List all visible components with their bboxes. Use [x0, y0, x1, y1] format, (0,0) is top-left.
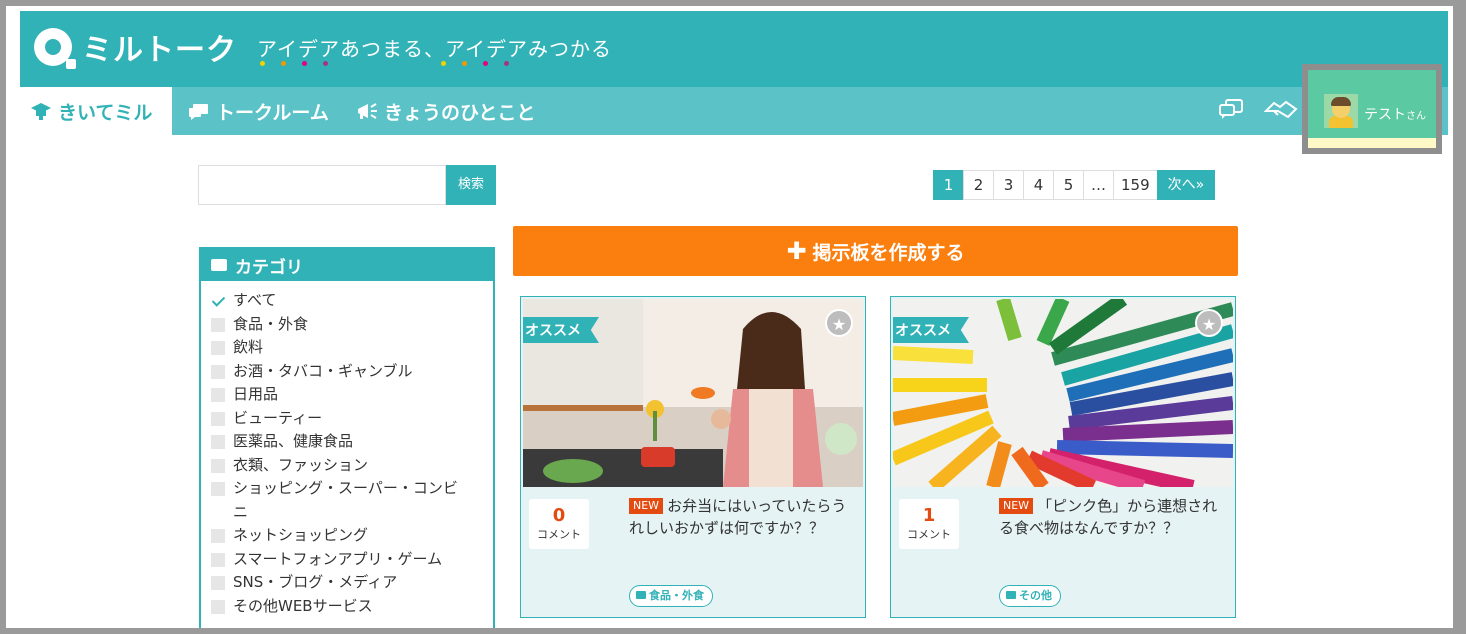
category-item[interactable]: ネットショッピング — [211, 524, 461, 548]
checkbox[interactable] — [211, 599, 225, 614]
plus-icon: ✚ — [786, 237, 807, 265]
category-item[interactable]: 日用品 — [211, 383, 461, 407]
category-item[interactable]: ビューティー — [211, 407, 461, 431]
category-item[interactable]: ショッピング・スーパー・コンビニ — [211, 477, 461, 524]
avatar — [1324, 94, 1358, 128]
comment-count: 0 — [552, 505, 566, 526]
chat-bubble-icon — [189, 104, 208, 120]
new-badge: NEW — [629, 498, 664, 514]
category-item[interactable]: 衣類、ファッション — [211, 454, 461, 478]
comment-label: コメント — [907, 528, 951, 541]
favorite-star-icon[interactable]: ★ — [825, 309, 853, 337]
checkbox[interactable] — [211, 576, 225, 590]
logo-text: ミルトーク — [82, 33, 237, 68]
search-button[interactable]: 検索 — [446, 165, 496, 205]
nav-tab-kiitemiru[interactable]: きいてミル — [20, 87, 172, 135]
site-tagline: アイデアあつまる、アイデアみつかる — [257, 37, 612, 61]
category-tag[interactable]: 食品・外食 — [629, 585, 713, 607]
checkbox[interactable] — [211, 388, 225, 402]
user-menu[interactable]: テストさん — [1302, 64, 1442, 154]
card-image-kitchen[interactable]: オススメ ★ — [523, 299, 863, 487]
recommended-ribbon: オススメ — [893, 317, 969, 343]
megaphone-icon — [358, 103, 377, 119]
user-name: テストさん — [1364, 107, 1426, 123]
browser-frame: ミルトーク アイデアあつまる、アイデアみつかる きいてミル トークルーム きょう… — [6, 6, 1453, 628]
page-link-last[interactable]: 159 — [1113, 170, 1158, 200]
checkbox[interactable] — [211, 317, 225, 332]
page-link-2[interactable]: 2 — [963, 170, 994, 200]
checkbox[interactable] — [211, 458, 225, 473]
page-link-3[interactable]: 3 — [993, 170, 1024, 200]
card-title[interactable]: NEW 「ピンク色」から連想される食べ物はなんですか？？ — [999, 495, 1229, 539]
main-nav: きいてミル トークルーム きょうのひとこと — [20, 87, 1448, 135]
folder-icon — [211, 259, 227, 271]
handshake-icon[interactable] — [1264, 97, 1298, 121]
category-item-all[interactable]: すべて — [211, 289, 461, 313]
create-board-button[interactable]: ✚ 掲示板を作成する — [513, 226, 1238, 276]
checkbox[interactable] — [211, 364, 225, 379]
checkbox[interactable] — [211, 411, 225, 426]
create-board-label: 掲示板を作成する — [812, 242, 965, 264]
comment-count-box: 1 コメント — [899, 499, 959, 549]
pagination: 1 2 3 4 5 … 159 次へ» — [933, 170, 1216, 200]
checkbox[interactable] — [211, 482, 225, 496]
checkbox[interactable] — [211, 341, 225, 355]
page-link-4[interactable]: 4 — [1023, 170, 1054, 200]
category-header: カテゴリ — [201, 249, 493, 281]
checkbox[interactable] — [211, 552, 225, 567]
search-input[interactable] — [198, 165, 446, 205]
checkbox[interactable] — [211, 435, 225, 449]
comment-count: 1 — [922, 505, 936, 526]
tagline-dots — [260, 61, 328, 66]
folder-icon — [1006, 591, 1016, 599]
site-logo[interactable]: ミルトーク — [34, 25, 237, 69]
checkbox[interactable] — [211, 529, 225, 543]
board-card[interactable]: オススメ ★ 1 コメント NEW 「ピンク色」から連想される食べ物はなんですか？… — [890, 296, 1236, 618]
category-item[interactable]: その他WEBサービス — [211, 595, 461, 619]
site-header: ミルトーク アイデアあつまる、アイデアみつかる — [20, 11, 1448, 93]
nav-tab-talkroom[interactable]: トークルーム — [188, 87, 329, 135]
card-image-pencils[interactable]: オススメ ★ — [893, 299, 1233, 487]
graduation-cap-icon — [31, 103, 51, 120]
recommended-ribbon: オススメ — [523, 317, 599, 343]
page-ellipsis: … — [1083, 170, 1114, 200]
folder-icon — [636, 591, 646, 599]
category-list: すべて 食品・外食 飲料 お酒・タバコ・ギャンブル 日用品 ビューティー 医薬品… — [201, 281, 493, 618]
category-item[interactable]: スマートフォンアプリ・ゲーム — [211, 548, 461, 572]
category-title: カテゴリ — [235, 257, 303, 278]
board-card[interactable]: オススメ ★ 0 コメント NEW お弁当にはいっていたらうれしいおかずは何ですか… — [520, 296, 866, 618]
logo-mark-icon — [34, 28, 76, 69]
category-item[interactable]: 医薬品、健康食品 — [211, 430, 461, 454]
page-link-5[interactable]: 5 — [1053, 170, 1084, 200]
tagline-dots — [441, 61, 509, 66]
favorite-star-icon[interactable]: ★ — [1195, 309, 1223, 337]
category-item[interactable]: お酒・タバコ・ギャンブル — [211, 360, 461, 384]
category-panel: カテゴリ すべて 食品・外食 飲料 お酒・タバコ・ギャンブル 日用品 ビューティ… — [199, 247, 495, 628]
messages-icon[interactable] — [1218, 97, 1244, 121]
comment-count-box: 0 コメント — [529, 499, 589, 549]
category-item[interactable]: 食品・外食 — [211, 313, 461, 337]
nav-label: きいてミル — [58, 101, 153, 124]
category-item[interactable]: SNS・ブログ・メディア — [211, 571, 461, 595]
card-title[interactable]: NEW お弁当にはいっていたらうれしいおかずは何ですか？？ — [629, 495, 859, 539]
nav-label: トークルーム — [216, 101, 329, 124]
checkbox-checked[interactable] — [211, 294, 225, 308]
nav-label: きょうのひとこと — [384, 101, 536, 124]
nav-tab-hitokoto[interactable]: きょうのひとこと — [356, 87, 535, 135]
page-link-1[interactable]: 1 — [933, 170, 964, 200]
new-badge: NEW — [999, 498, 1034, 514]
comment-label: コメント — [537, 528, 581, 541]
next-page-link[interactable]: 次へ» — [1156, 170, 1216, 200]
category-item[interactable]: 飲料 — [211, 336, 461, 360]
category-tag[interactable]: その他 — [999, 585, 1061, 607]
